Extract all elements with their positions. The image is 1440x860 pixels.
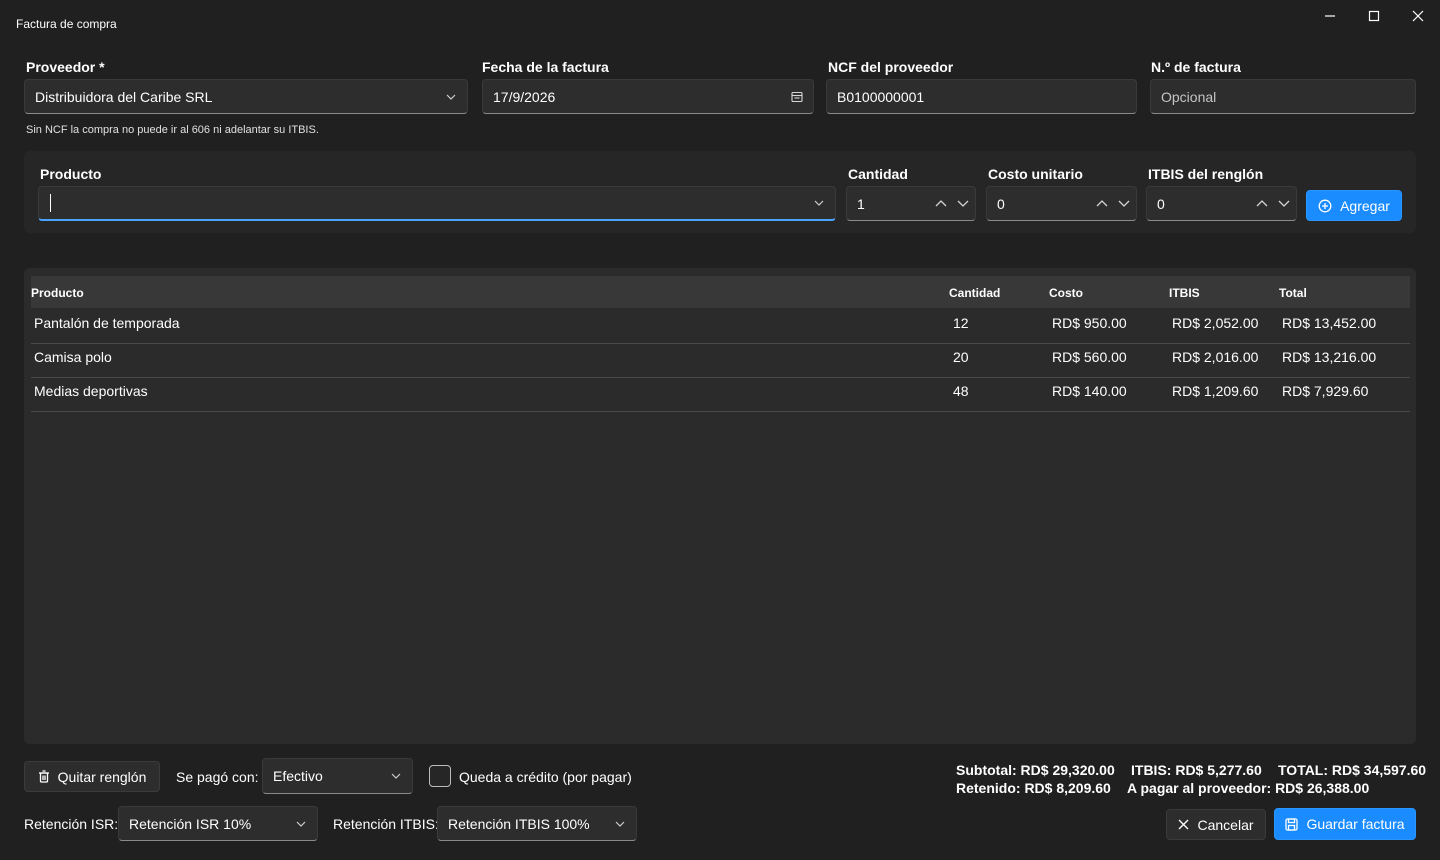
invoice-number-placeholder: Opcional [1161, 88, 1217, 105]
table-row[interactable]: Pantalón de temporada 12 RD$ 950.00 RD$ … [31, 310, 1410, 344]
isr-retention-select[interactable]: Retención ISR 10% [118, 806, 318, 841]
ncf-value: B0100000001 [837, 88, 925, 105]
cancel-button[interactable]: Cancelar [1166, 809, 1266, 840]
chevron-down-icon [446, 94, 456, 100]
window-title: Factura de compra [16, 17, 117, 31]
isr-retention-label: Retención ISR: [24, 816, 119, 832]
close-icon [1179, 819, 1189, 830]
cell-total: RD$ 13,216.00 [1282, 349, 1377, 365]
product-combobox[interactable] [38, 186, 836, 221]
supplier-select[interactable]: Distribuidora del Caribe SRL [24, 79, 468, 114]
itbis-total-text: ITBIS: RD$ 5,277.60 [1131, 762, 1262, 778]
column-header-total[interactable]: Total [1279, 286, 1307, 300]
cell-cost: RD$ 950.00 [1052, 315, 1127, 331]
ncf-hint: Sin NCF la compra no puede ir al 606 ni … [26, 124, 319, 136]
ncf-label: NCF del proveedor [828, 59, 954, 75]
unit-cost-value: 0 [997, 195, 1005, 212]
remove-row-button[interactable]: Quitar renglón [24, 761, 160, 792]
chevron-down-icon[interactable] [814, 200, 824, 206]
supplier-value: Distribuidora del Caribe SRL [35, 88, 213, 105]
credit-checkbox[interactable] [429, 765, 451, 787]
chevron-up-icon[interactable] [1256, 200, 1268, 207]
text-cursor [50, 194, 51, 212]
table-row[interactable]: Camisa polo 20 RD$ 560.00 RD$ 2,016.00 R… [31, 344, 1410, 378]
close-icon [1412, 10, 1424, 22]
withheld-text: Retenido: RD$ 8,209.60 [956, 780, 1111, 796]
chevron-down-icon[interactable] [1118, 200, 1130, 207]
calendar-icon[interactable] [791, 91, 803, 103]
itbis-retention-label: Retención ITBIS: [333, 816, 439, 832]
supplier-label: Proveedor * [26, 59, 105, 75]
chevron-up-icon[interactable] [1096, 200, 1108, 207]
cell-quantity: 48 [953, 383, 969, 399]
invoice-date-picker[interactable]: 17/9/2026 [482, 79, 814, 114]
maximize-icon [1368, 10, 1380, 22]
amount-to-pay-text: A pagar al proveedor: RD$ 26,388.00 [1127, 780, 1370, 796]
cell-itbis: RD$ 1,209.60 [1172, 383, 1259, 399]
column-header-quantity[interactable]: Cantidad [949, 286, 1000, 300]
ncf-input[interactable]: B0100000001 [826, 79, 1137, 114]
cell-itbis: RD$ 2,052.00 [1172, 315, 1259, 331]
chevron-down-icon[interactable] [957, 200, 969, 207]
save-icon [1285, 817, 1299, 831]
payment-method-value: Efectivo [273, 768, 323, 784]
chevron-down-icon [391, 773, 401, 779]
subtotal-text: Subtotal: RD$ 29,320.00 [956, 762, 1115, 778]
invoice-lines-table: Producto Cantidad Costo ITBIS Total Pant… [24, 268, 1416, 744]
itbis-retention-select[interactable]: Retención ITBIS 100% [437, 806, 637, 841]
cancel-button-label: Cancelar [1197, 816, 1254, 833]
save-invoice-label: Guardar factura [1306, 816, 1405, 832]
cell-product: Medias deportivas [34, 383, 148, 399]
invoice-number-input[interactable]: Opcional [1150, 79, 1416, 114]
chevron-down-icon [296, 821, 306, 827]
payment-method-select[interactable]: Efectivo [262, 758, 413, 794]
cell-cost: RD$ 560.00 [1052, 349, 1127, 365]
cell-quantity: 12 [953, 315, 969, 331]
minimize-icon [1325, 15, 1335, 17]
quantity-value: 1 [857, 195, 865, 212]
isr-retention-value: Retención ISR 10% [129, 815, 252, 832]
cell-itbis: RD$ 2,016.00 [1172, 349, 1259, 365]
invoice-date-value: 17/9/2026 [493, 88, 556, 105]
maximize-button[interactable] [1352, 0, 1396, 32]
quantity-stepper[interactable]: 1 [846, 186, 976, 221]
itbis-retention-value: Retención ITBIS 100% [448, 815, 590, 832]
trash-icon [38, 770, 49, 783]
remove-row-label: Quitar renglón [57, 768, 147, 785]
invoice-number-label: N.º de factura [1151, 59, 1241, 75]
line-itbis-value: 0 [1157, 195, 1165, 212]
save-invoice-button[interactable]: Guardar factura [1274, 808, 1416, 840]
quantity-label: Cantidad [848, 166, 908, 182]
cell-quantity: 20 [953, 349, 969, 365]
unit-cost-label: Costo unitario [988, 166, 1083, 182]
unit-cost-stepper[interactable]: 0 [986, 186, 1137, 221]
paid-with-label: Se pagó con: [176, 769, 259, 785]
table-header [31, 276, 1410, 308]
cell-product: Camisa polo [34, 349, 112, 365]
line-itbis-stepper[interactable]: 0 [1146, 186, 1297, 221]
line-itbis-label: ITBIS del renglón [1148, 166, 1264, 182]
invoice-date-label: Fecha de la factura [482, 59, 609, 75]
chevron-down-icon[interactable] [1278, 200, 1290, 207]
chevron-up-icon[interactable] [935, 200, 947, 207]
cell-cost: RD$ 140.00 [1052, 383, 1127, 399]
chevron-down-icon [615, 821, 625, 827]
column-header-cost[interactable]: Costo [1049, 286, 1083, 300]
minimize-button[interactable] [1308, 0, 1352, 32]
add-button-label: Agregar [1340, 197, 1390, 214]
column-header-product[interactable]: Producto [31, 286, 84, 300]
table-row[interactable]: Medias deportivas 48 RD$ 140.00 RD$ 1,20… [31, 378, 1410, 412]
plus-circle-icon [1318, 199, 1332, 212]
product-label: Producto [40, 166, 102, 182]
grand-total-text: TOTAL: RD$ 34,597.60 [1278, 762, 1427, 778]
add-button[interactable]: Agregar [1306, 190, 1402, 221]
cell-total: RD$ 7,929.60 [1282, 383, 1369, 399]
cell-total: RD$ 13,452.00 [1282, 315, 1377, 331]
column-header-itbis[interactable]: ITBIS [1169, 286, 1200, 300]
cell-product: Pantalón de temporada [34, 315, 180, 331]
close-button[interactable] [1396, 0, 1440, 32]
credit-checkbox-label[interactable]: Queda a crédito (por pagar) [459, 769, 632, 785]
